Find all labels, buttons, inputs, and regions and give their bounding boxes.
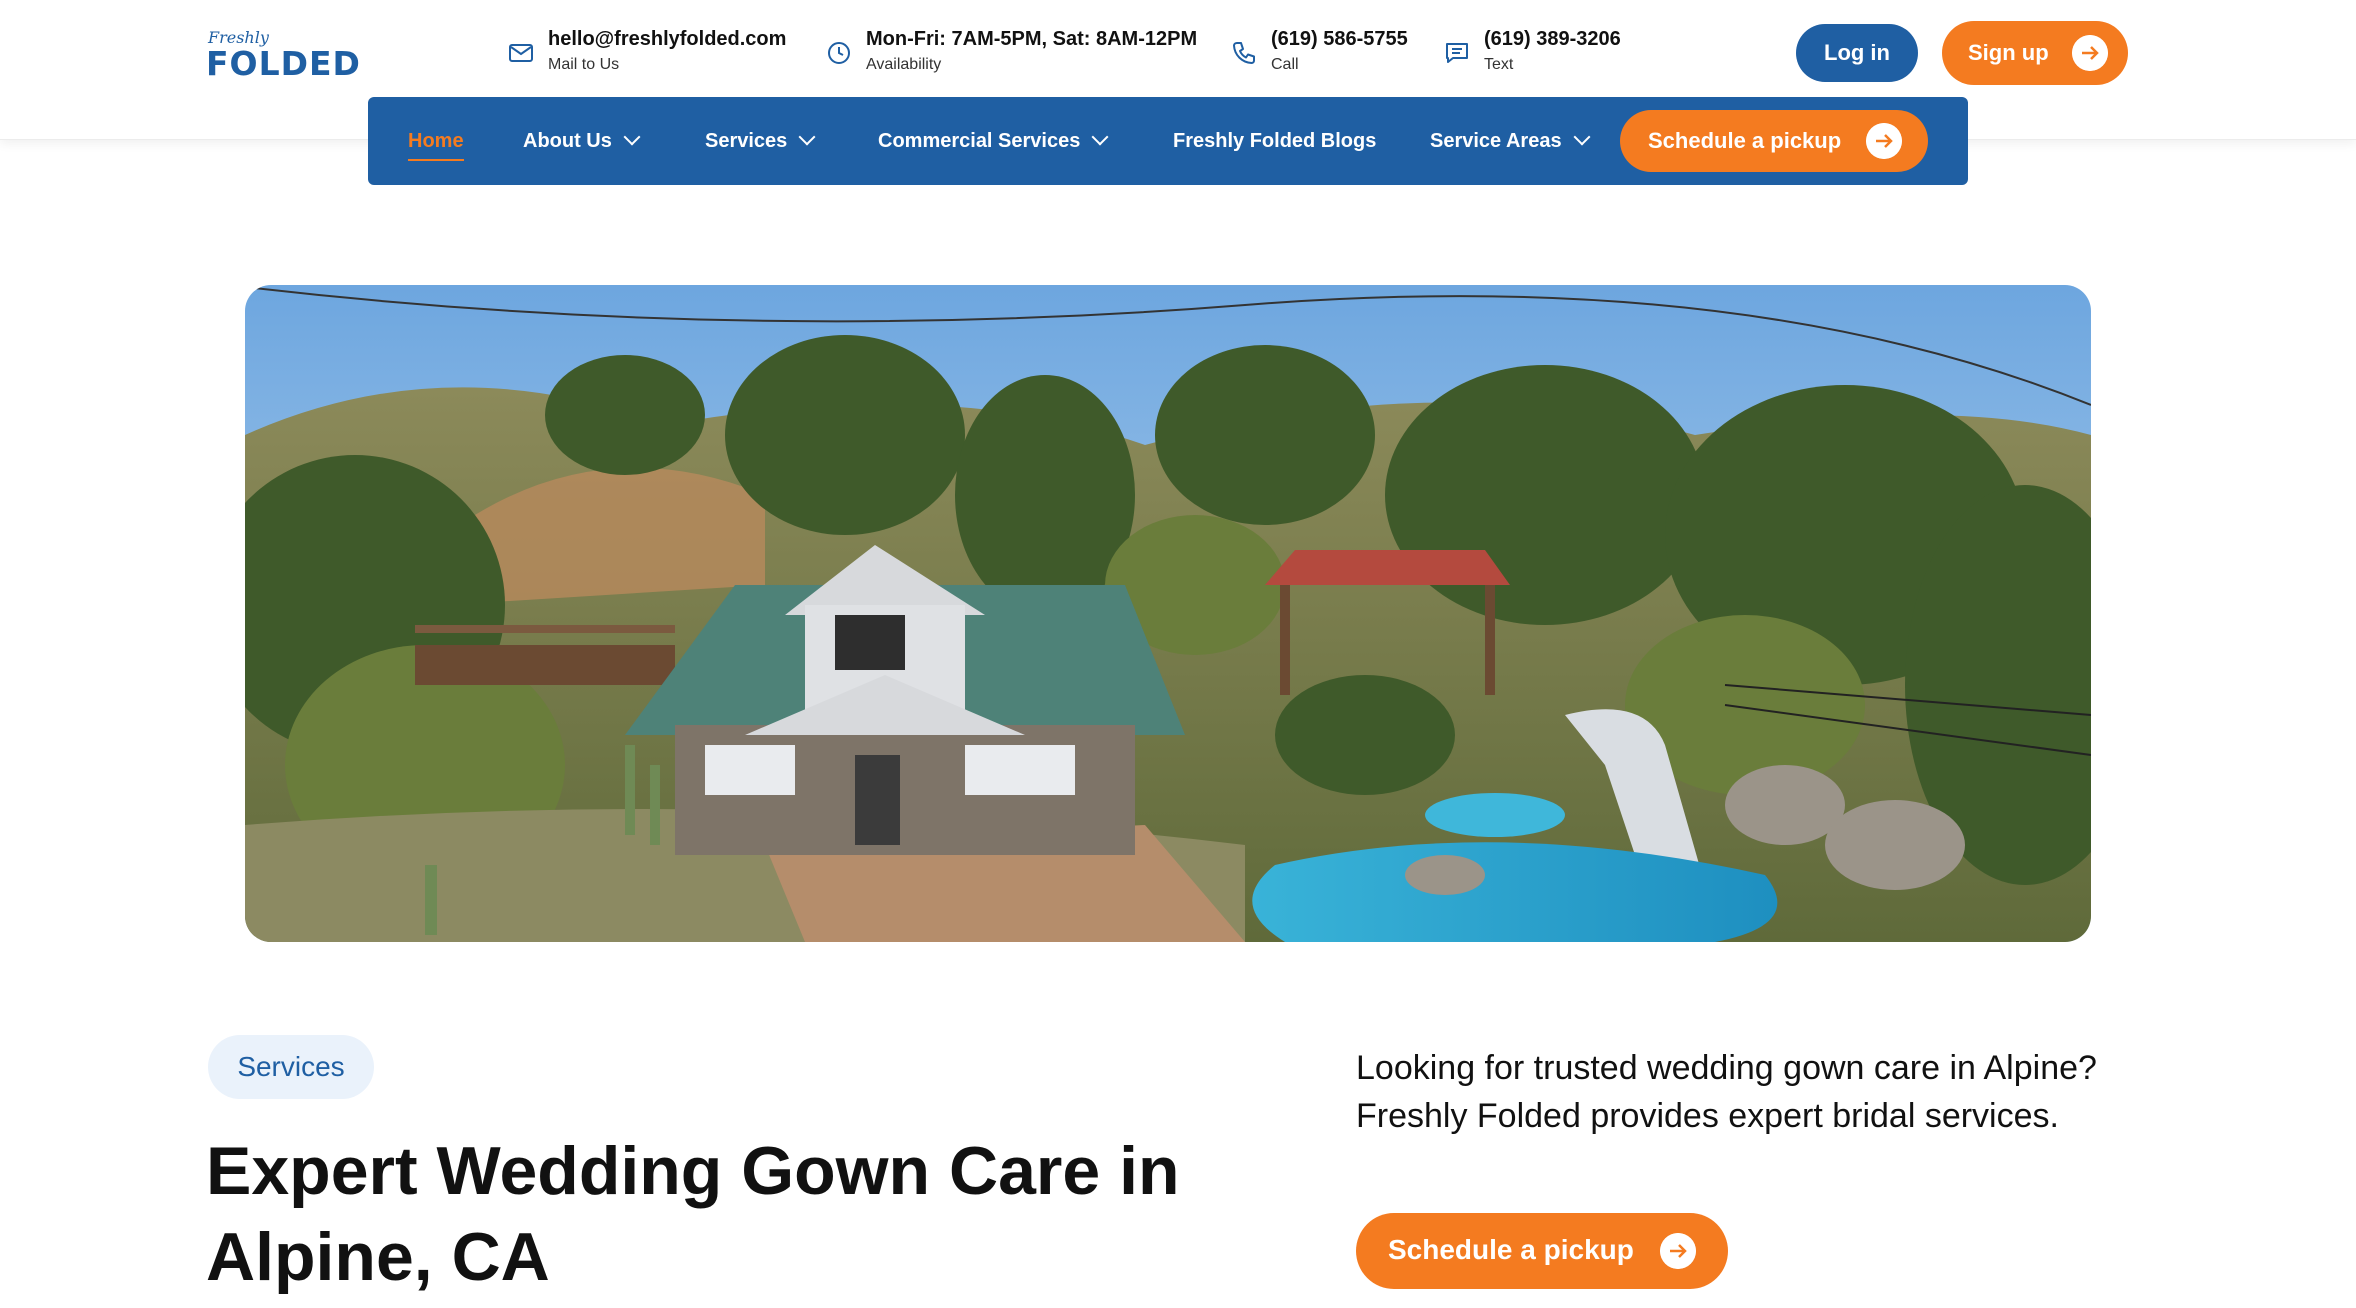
logo-wordmark: FOLDED [206,44,361,83]
contact-call-value: (619) 586-5755 [1271,28,1408,50]
schedule-pickup-button[interactable]: Schedule a pickup [1356,1213,1728,1289]
nav-item-commercial-services[interactable]: Commercial Services [878,97,1109,185]
nav-item-home-label: Home [408,130,464,152]
phone-icon [1233,42,1255,64]
mail-icon [509,44,533,62]
nav-item-service-areas-label: Service Areas [1430,130,1562,152]
schedule-pickup-nav-label: Schedule a pickup [1648,128,1842,153]
nav-item-blogs-label: Freshly Folded Blogs [1173,130,1377,152]
page-description: Looking for trusted wedding gown care in… [1356,1049,2097,1135]
nav-item-services-label: Services [705,130,788,152]
chevron-down-icon [798,128,816,146]
active-underline [408,159,464,161]
signup-button-label: Sign up [1968,40,2049,65]
house-with-pool-photo [245,285,2091,942]
nav-item-home[interactable]: Home [408,97,464,185]
contact-email-value: hello@freshlyfolded.com [548,28,787,50]
clock-icon [828,42,850,64]
contact-hours-value: Mon-Fri: 7AM-5PM, Sat: 8AM-12PM [866,28,1198,50]
message-icon [1446,43,1468,63]
page-title: Expert Wedding Gown Care in Alpine, CA [206,1133,1180,1295]
arrow-right-icon [2072,35,2108,71]
services-badge: Services [208,1035,374,1099]
site-logo[interactable]: Freshly FOLDED [206,28,360,83]
nav-item-blogs[interactable]: Freshly Folded Blogs [1173,97,1376,185]
login-button[interactable]: Log in [1796,24,1918,82]
hero-image [245,285,2091,942]
contact-text-label: Text [1484,56,1514,73]
nav-item-about-us-label: About Us [523,130,612,152]
chevron-down-icon [1091,128,1109,146]
nav-item-service-areas[interactable]: Service Areas [1430,97,1591,185]
nav-item-commercial-services-label: Commercial Services [878,130,1081,152]
chevron-down-icon [1573,128,1591,146]
contact-email-label: Mail to Us [548,56,620,73]
arrow-right-icon [1866,123,1902,159]
signup-button[interactable]: Sign up [1942,21,2128,85]
chevron-down-icon [623,128,641,146]
nav-item-about-us[interactable]: About Us [523,97,641,185]
schedule-pickup-label: Schedule a pickup [1388,1234,1634,1265]
contact-call-label: Call [1271,56,1299,73]
contact-hours-label: Availability [866,56,942,73]
arrow-right-icon [1660,1233,1696,1269]
schedule-pickup-nav-button[interactable]: Schedule a pickup [1620,110,1928,172]
main-nav: Home About Us Services Commercial Servic… [368,97,1968,185]
nav-item-services[interactable]: Services [705,97,816,185]
contact-text-value: (619) 389-3206 [1484,28,1621,50]
